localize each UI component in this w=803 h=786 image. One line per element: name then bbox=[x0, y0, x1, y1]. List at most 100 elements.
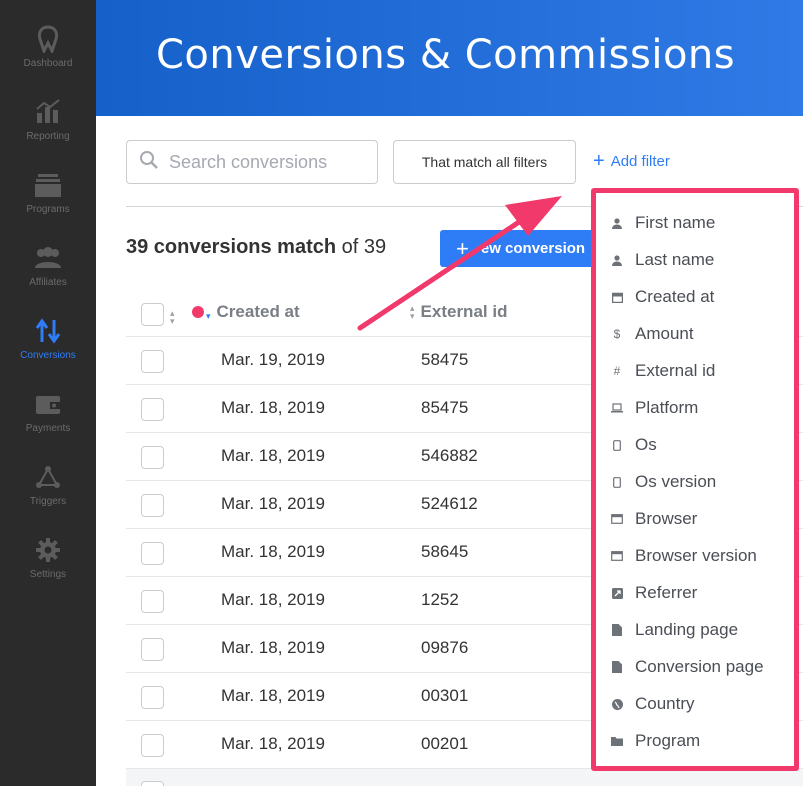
sidebar-item-label: Settings bbox=[29, 569, 67, 580]
sidebar-item-label: Affiliates bbox=[29, 277, 67, 288]
globe-icon bbox=[611, 698, 623, 710]
file-icon bbox=[611, 624, 623, 636]
user-icon bbox=[611, 254, 623, 266]
sidebar: Dashboard Reporting Programs Affiliates … bbox=[0, 0, 96, 786]
user-icon bbox=[611, 217, 623, 229]
filter-option-platform[interactable]: Platform bbox=[611, 393, 698, 423]
filter-option-label: Landing page bbox=[635, 620, 739, 639]
filter-option-amount[interactable]: $ Amount bbox=[611, 319, 694, 349]
filter-option-browser[interactable]: Browser bbox=[611, 504, 697, 534]
filter-option-os[interactable]: Os bbox=[611, 430, 657, 460]
new-conversion-button[interactable]: + ew conversion bbox=[440, 230, 600, 267]
calendar-icon bbox=[611, 292, 623, 303]
filter-option-landing-page[interactable]: Landing page bbox=[611, 615, 738, 645]
external-id-cell: 00201 bbox=[421, 734, 469, 753]
browser-window-icon bbox=[611, 514, 623, 524]
sort-icon[interactable]: ▴ ▾ bbox=[170, 309, 175, 326]
row-checkbox[interactable] bbox=[141, 638, 164, 661]
sort-icon: ▴ ▾ bbox=[410, 303, 415, 321]
mobile-icon bbox=[611, 476, 623, 488]
filter-option-created-at[interactable]: Created at bbox=[611, 282, 714, 312]
sidebar-item-settings[interactable]: Settings bbox=[0, 535, 96, 595]
browser-window-icon bbox=[611, 551, 623, 561]
page-title: Conversions & Commissions bbox=[156, 32, 736, 78]
affiliates-icon bbox=[33, 243, 63, 273]
filter-option-label: Created at bbox=[635, 287, 715, 306]
filter-option-label: Last name bbox=[635, 250, 715, 269]
programs-icon bbox=[34, 170, 62, 200]
search-icon bbox=[139, 150, 159, 175]
mobile-icon bbox=[611, 439, 623, 451]
created-at-cell: Mar. 18, 2019 bbox=[221, 686, 325, 705]
select-all-checkbox[interactable] bbox=[141, 303, 164, 326]
created-at-cell: Mar. 19, 2019 bbox=[221, 350, 325, 369]
plus-icon: + bbox=[456, 235, 469, 261]
page-header: Conversions & Commissions bbox=[96, 0, 803, 116]
dollar-icon: $ bbox=[613, 327, 621, 341]
sidebar-item-conversions[interactable]: Conversions bbox=[0, 316, 96, 376]
filter-option-label: First name bbox=[635, 213, 716, 232]
row-checkbox[interactable] bbox=[141, 398, 164, 421]
filter-option-referrer[interactable]: Referrer bbox=[611, 578, 697, 608]
filter-option-browser-version[interactable]: Browser version bbox=[611, 541, 757, 571]
row-checkbox[interactable] bbox=[141, 590, 164, 613]
folder-icon bbox=[611, 736, 623, 746]
filter-option-conversion-page[interactable]: Conversion page bbox=[611, 652, 764, 682]
sidebar-item-affiliates[interactable]: Affiliates bbox=[0, 243, 96, 303]
row-checkbox[interactable] bbox=[141, 781, 164, 786]
search-input[interactable] bbox=[169, 151, 369, 173]
external-id-cell: 58475 bbox=[421, 350, 469, 369]
sidebar-item-dashboard[interactable]: Dashboard bbox=[0, 24, 96, 84]
external-id-cell: 85475 bbox=[421, 398, 469, 417]
sidebar-item-label: Programs bbox=[26, 204, 70, 215]
column-label: External id bbox=[420, 302, 508, 321]
row-checkbox[interactable] bbox=[141, 542, 164, 565]
sidebar-item-triggers[interactable]: Triggers bbox=[0, 462, 96, 522]
sidebar-item-payments[interactable]: Payments bbox=[0, 389, 96, 449]
payments-icon bbox=[35, 389, 61, 419]
match-all-filters-button[interactable]: That match all filters bbox=[393, 140, 576, 184]
sidebar-item-label: Triggers bbox=[29, 496, 67, 507]
sidebar-item-label: Dashboard bbox=[23, 58, 73, 69]
file-icon bbox=[611, 661, 623, 673]
conversion-count: 39 conversions match of 39 bbox=[126, 236, 386, 259]
created-at-cell: Mar. 18, 2019 bbox=[221, 590, 325, 609]
plus-icon: + bbox=[593, 150, 605, 172]
laptop-icon bbox=[611, 403, 623, 413]
reporting-icon bbox=[35, 97, 61, 127]
sidebar-item-label: Reporting bbox=[26, 131, 70, 142]
filter-option-os-version[interactable]: Os version bbox=[611, 467, 716, 497]
row-checkbox[interactable] bbox=[141, 350, 164, 373]
column-header-external-id[interactable]: ▴ ▾ External id bbox=[410, 302, 507, 322]
add-filter-label: Add filter bbox=[610, 152, 670, 170]
filter-option-label: Os bbox=[635, 435, 657, 454]
filter-option-label: Browser bbox=[635, 509, 698, 528]
sort-desc-icon: ▾ bbox=[206, 311, 211, 321]
hash-icon: # bbox=[613, 364, 621, 378]
external-id-cell: 58645 bbox=[421, 542, 469, 561]
created-at-cell: Mar. 18, 2019 bbox=[221, 542, 325, 561]
column-header-created-at[interactable]: ▾ Created at bbox=[192, 302, 300, 322]
filter-option-external-id[interactable]: # External id bbox=[611, 356, 716, 386]
sidebar-item-reporting[interactable]: Reporting bbox=[0, 97, 96, 157]
filter-option-label: Platform bbox=[635, 398, 699, 417]
row-checkbox[interactable] bbox=[141, 734, 164, 757]
row-checkbox[interactable] bbox=[141, 686, 164, 709]
conversions-icon bbox=[35, 316, 61, 346]
search-box[interactable] bbox=[126, 140, 378, 184]
external-id-cell: 1252 bbox=[421, 590, 459, 609]
filter-option-label: Os version bbox=[635, 472, 717, 491]
row-checkbox[interactable] bbox=[141, 446, 164, 469]
filter-option-label: External id bbox=[635, 361, 716, 380]
filter-option-country[interactable]: Country bbox=[611, 689, 695, 719]
filter-option-program[interactable]: Program bbox=[611, 726, 700, 756]
sidebar-item-programs[interactable]: Programs bbox=[0, 170, 96, 230]
add-filter-button[interactable]: + Add filter bbox=[593, 151, 670, 171]
filter-option-last-name[interactable]: Last name bbox=[611, 245, 714, 275]
filter-option-first-name[interactable]: First name bbox=[611, 208, 715, 238]
row-checkbox[interactable] bbox=[141, 494, 164, 517]
settings-icon bbox=[35, 535, 61, 565]
filter-option-label: Country bbox=[635, 694, 695, 713]
filter-field-menu: First name Last name Created at $ Amount… bbox=[591, 188, 799, 771]
filter-option-label: Amount bbox=[635, 324, 694, 343]
